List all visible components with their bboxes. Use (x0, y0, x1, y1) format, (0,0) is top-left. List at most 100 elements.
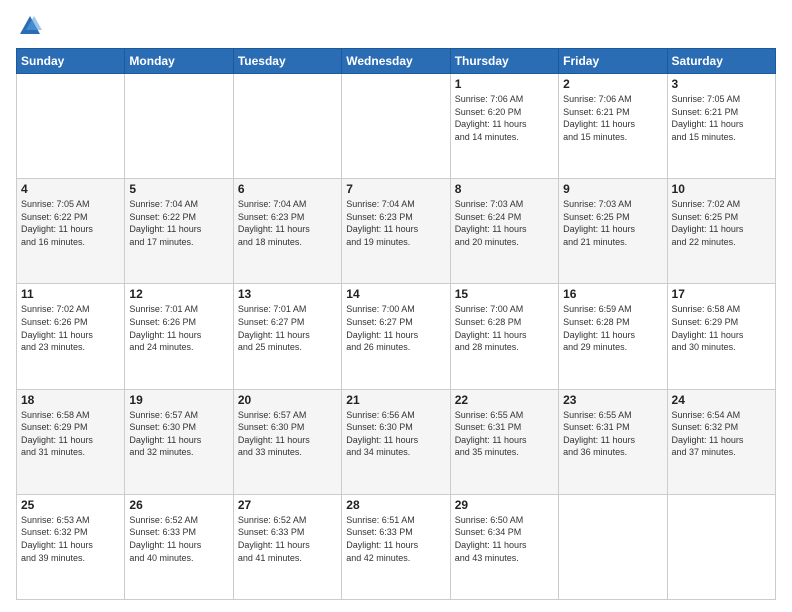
calendar-cell: 25 Sunrise: 6:53 AM Sunset: 6:32 PM Dayli… (17, 494, 125, 599)
day-info: Sunrise: 6:58 AM Sunset: 6:29 PM Dayligh… (21, 409, 120, 459)
header (16, 12, 776, 40)
day-number: 1 (455, 77, 554, 91)
day-info: Sunrise: 7:04 AM Sunset: 6:23 PM Dayligh… (346, 198, 445, 248)
calendar-cell: 20 Sunrise: 6:57 AM Sunset: 6:30 PM Dayli… (233, 389, 341, 494)
calendar-cell: 22 Sunrise: 6:55 AM Sunset: 6:31 PM Dayli… (450, 389, 558, 494)
day-info: Sunrise: 7:03 AM Sunset: 6:25 PM Dayligh… (563, 198, 662, 248)
calendar-cell: 10 Sunrise: 7:02 AM Sunset: 6:25 PM Dayli… (667, 179, 775, 284)
calendar-cell: 26 Sunrise: 6:52 AM Sunset: 6:33 PM Dayli… (125, 494, 233, 599)
day-number: 28 (346, 498, 445, 512)
day-info: Sunrise: 6:59 AM Sunset: 6:28 PM Dayligh… (563, 303, 662, 353)
calendar-cell: 15Sunrise: 7:00 AM Sunset: 6:28 PM Dayli… (450, 284, 558, 389)
day-number: 23 (563, 393, 662, 407)
calendar-table: SundayMondayTuesdayWednesdayThursdayFrid… (16, 48, 776, 600)
day-info: Sunrise: 6:57 AM Sunset: 6:30 PM Dayligh… (238, 409, 337, 459)
calendar-cell: 16 Sunrise: 6:59 AM Sunset: 6:28 PM Dayli… (559, 284, 667, 389)
weekday-header: Saturday (667, 49, 775, 74)
day-info: Sunrise: 7:04 AM Sunset: 6:22 PM Dayligh… (129, 198, 228, 248)
calendar-cell (125, 74, 233, 179)
day-info: Sunrise: 6:55 AM Sunset: 6:31 PM Dayligh… (563, 409, 662, 459)
weekday-header: Monday (125, 49, 233, 74)
day-info: Sunrise: 7:06 AM Sunset: 6:20 PM Dayligh… (455, 93, 554, 143)
day-info: Sunrise: 6:56 AM Sunset: 6:30 PM Dayligh… (346, 409, 445, 459)
day-info: Sunrise: 7:02 AM Sunset: 6:25 PM Dayligh… (672, 198, 771, 248)
day-number: 20 (238, 393, 337, 407)
calendar-cell: 12 Sunrise: 7:01 AM Sunset: 6:26 PM Dayli… (125, 284, 233, 389)
day-number: 2 (563, 77, 662, 91)
day-info: Sunrise: 6:52 AM Sunset: 6:33 PM Dayligh… (238, 514, 337, 564)
day-info: Sunrise: 7:01 AM Sunset: 6:27 PM Dayligh… (238, 303, 337, 353)
calendar-cell: 6Sunrise: 7:04 AM Sunset: 6:23 PM Daylig… (233, 179, 341, 284)
day-number: 5 (129, 182, 228, 196)
calendar-cell: 3Sunrise: 7:05 AM Sunset: 6:21 PM Daylig… (667, 74, 775, 179)
day-info: Sunrise: 6:53 AM Sunset: 6:32 PM Dayligh… (21, 514, 120, 564)
calendar-cell: 5 Sunrise: 7:04 AM Sunset: 6:22 PM Daylig… (125, 179, 233, 284)
calendar-week-row: 11 Sunrise: 7:02 AM Sunset: 6:26 PM Dayli… (17, 284, 776, 389)
logo (16, 12, 48, 40)
day-number: 14 (346, 287, 445, 301)
weekday-header: Thursday (450, 49, 558, 74)
calendar-week-row: 18 Sunrise: 6:58 AM Sunset: 6:29 PM Dayli… (17, 389, 776, 494)
calendar-cell: 8 Sunrise: 7:03 AM Sunset: 6:24 PM Daylig… (450, 179, 558, 284)
page: SundayMondayTuesdayWednesdayThursdayFrid… (0, 0, 792, 612)
day-number: 26 (129, 498, 228, 512)
calendar-cell (342, 74, 450, 179)
calendar-cell: 28Sunrise: 6:51 AM Sunset: 6:33 PM Dayli… (342, 494, 450, 599)
calendar-cell: 2 Sunrise: 7:06 AM Sunset: 6:21 PM Daylig… (559, 74, 667, 179)
day-number: 25 (21, 498, 120, 512)
day-number: 17 (672, 287, 771, 301)
day-info: Sunrise: 7:03 AM Sunset: 6:24 PM Dayligh… (455, 198, 554, 248)
day-number: 16 (563, 287, 662, 301)
day-info: Sunrise: 6:57 AM Sunset: 6:30 PM Dayligh… (129, 409, 228, 459)
day-info: Sunrise: 7:04 AM Sunset: 6:23 PM Dayligh… (238, 198, 337, 248)
day-info: Sunrise: 7:05 AM Sunset: 6:21 PM Dayligh… (672, 93, 771, 143)
calendar-cell: 18 Sunrise: 6:58 AM Sunset: 6:29 PM Dayli… (17, 389, 125, 494)
weekday-header: Tuesday (233, 49, 341, 74)
day-number: 13 (238, 287, 337, 301)
day-info: Sunrise: 7:00 AM Sunset: 6:27 PM Dayligh… (346, 303, 445, 353)
calendar-week-row: 1 Sunrise: 7:06 AM Sunset: 6:20 PM Daylig… (17, 74, 776, 179)
calendar-week-row: 4 Sunrise: 7:05 AM Sunset: 6:22 PM Daylig… (17, 179, 776, 284)
day-number: 4 (21, 182, 120, 196)
day-number: 15 (455, 287, 554, 301)
calendar-cell: 13 Sunrise: 7:01 AM Sunset: 6:27 PM Dayli… (233, 284, 341, 389)
calendar-cell: 24Sunrise: 6:54 AM Sunset: 6:32 PM Dayli… (667, 389, 775, 494)
day-number: 19 (129, 393, 228, 407)
logo-icon (16, 12, 44, 40)
weekday-header: Sunday (17, 49, 125, 74)
calendar-cell: 21 Sunrise: 6:56 AM Sunset: 6:30 PM Dayli… (342, 389, 450, 494)
day-number: 27 (238, 498, 337, 512)
calendar-cell: 4 Sunrise: 7:05 AM Sunset: 6:22 PM Daylig… (17, 179, 125, 284)
day-info: Sunrise: 6:52 AM Sunset: 6:33 PM Dayligh… (129, 514, 228, 564)
day-number: 29 (455, 498, 554, 512)
day-info: Sunrise: 7:01 AM Sunset: 6:26 PM Dayligh… (129, 303, 228, 353)
weekday-header: Friday (559, 49, 667, 74)
calendar-cell (667, 494, 775, 599)
day-info: Sunrise: 6:58 AM Sunset: 6:29 PM Dayligh… (672, 303, 771, 353)
day-info: Sunrise: 7:06 AM Sunset: 6:21 PM Dayligh… (563, 93, 662, 143)
calendar-cell: 14 Sunrise: 7:00 AM Sunset: 6:27 PM Dayli… (342, 284, 450, 389)
weekday-header: Wednesday (342, 49, 450, 74)
calendar-cell: 1 Sunrise: 7:06 AM Sunset: 6:20 PM Daylig… (450, 74, 558, 179)
calendar-cell (17, 74, 125, 179)
calendar-cell: 9Sunrise: 7:03 AM Sunset: 6:25 PM Daylig… (559, 179, 667, 284)
day-info: Sunrise: 7:02 AM Sunset: 6:26 PM Dayligh… (21, 303, 120, 353)
day-info: Sunrise: 6:55 AM Sunset: 6:31 PM Dayligh… (455, 409, 554, 459)
calendar-cell: 19 Sunrise: 6:57 AM Sunset: 6:30 PM Dayli… (125, 389, 233, 494)
calendar-cell: 7 Sunrise: 7:04 AM Sunset: 6:23 PM Daylig… (342, 179, 450, 284)
day-number: 7 (346, 182, 445, 196)
day-number: 18 (21, 393, 120, 407)
day-number: 8 (455, 182, 554, 196)
day-number: 24 (672, 393, 771, 407)
day-number: 11 (21, 287, 120, 301)
day-number: 22 (455, 393, 554, 407)
calendar-cell: 23 Sunrise: 6:55 AM Sunset: 6:31 PM Dayli… (559, 389, 667, 494)
day-number: 12 (129, 287, 228, 301)
calendar-week-row: 25 Sunrise: 6:53 AM Sunset: 6:32 PM Dayli… (17, 494, 776, 599)
weekday-header-row: SundayMondayTuesdayWednesdayThursdayFrid… (17, 49, 776, 74)
day-number: 21 (346, 393, 445, 407)
calendar-cell: 17 Sunrise: 6:58 AM Sunset: 6:29 PM Dayli… (667, 284, 775, 389)
day-number: 10 (672, 182, 771, 196)
calendar-cell: 11 Sunrise: 7:02 AM Sunset: 6:26 PM Dayli… (17, 284, 125, 389)
day-info: Sunrise: 7:05 AM Sunset: 6:22 PM Dayligh… (21, 198, 120, 248)
